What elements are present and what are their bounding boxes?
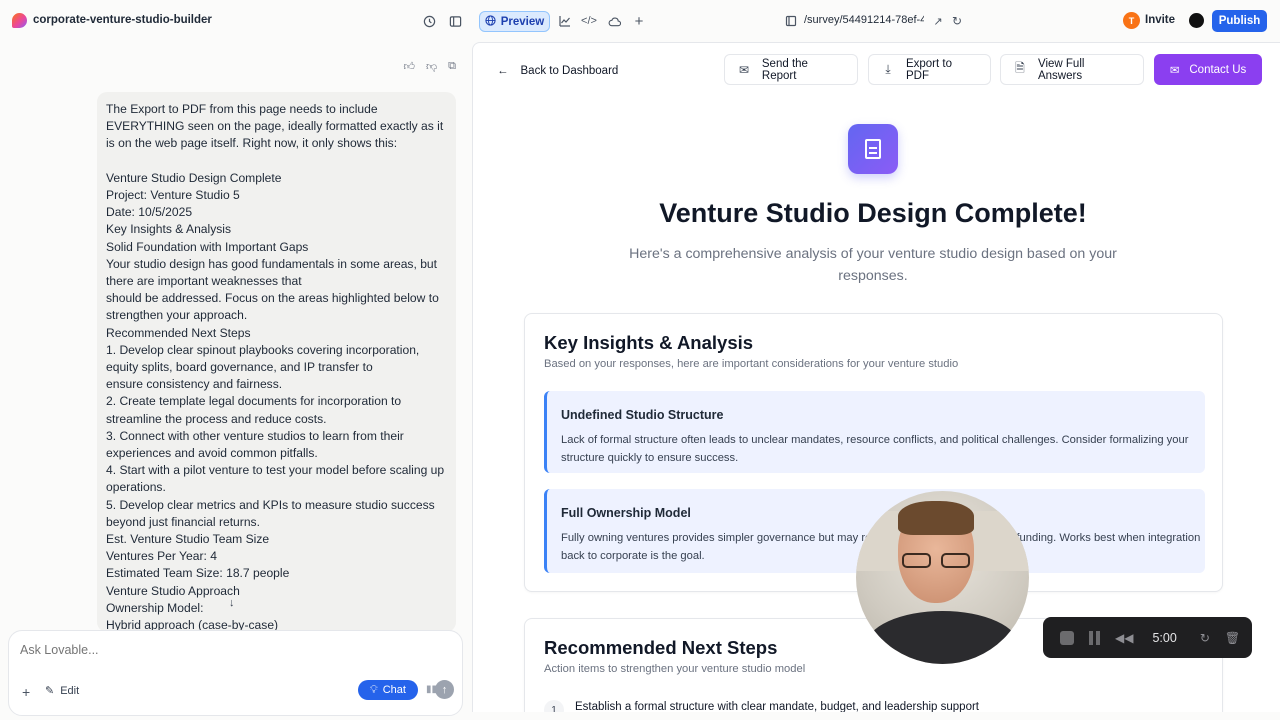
step-number: 1	[544, 700, 564, 712]
rewind-icon[interactable]: ◀◀	[1115, 631, 1133, 645]
chat-input[interactable]	[20, 643, 420, 657]
url-bar[interactable]: /survey/54491214-78ef-4 ↗ ↻	[782, 11, 972, 31]
webcam-overlay[interactable]	[856, 491, 1029, 664]
step-text: Establish a formal structure with clear …	[575, 701, 979, 712]
chat-mode-button[interactable]: 💡︎ Chat	[358, 680, 418, 700]
webcam-person-hair	[898, 501, 974, 535]
scroll-down-icon[interactable]: ↓	[229, 597, 235, 609]
document-icon	[848, 124, 898, 174]
file-icon: 🗎︎	[1015, 61, 1025, 75]
insight-title: Full Ownership Model	[561, 506, 691, 520]
contact-label: Contact Us	[1189, 63, 1247, 76]
user-message-text: The Export to PDF from this page needs t…	[106, 102, 445, 632]
thumbs-down-icon[interactable]: 👎︎	[426, 60, 437, 73]
chat-composer: + ✎ Edit 💡︎ Chat ▮▮ ↑	[8, 630, 463, 716]
edit-icon: ✎	[45, 685, 55, 697]
lovable-logo-icon[interactable]	[12, 13, 27, 28]
insights-title: Key Insights & Analysis	[544, 332, 754, 353]
pause-icon[interactable]	[1089, 630, 1100, 645]
arrow-left-icon: ←	[497, 65, 509, 77]
trash-icon[interactable]: 🗑︎	[1225, 631, 1240, 645]
contact-us-button[interactable]: ✉ Contact Us	[1154, 54, 1262, 85]
recording-controls: ◀◀ 5:00 ↻ 🗑︎	[1043, 617, 1252, 658]
publish-button[interactable]: Publish	[1212, 10, 1267, 32]
insight-text: Lack of formal structure often leads to …	[561, 434, 1189, 464]
webcam-person-body	[866, 611, 1019, 664]
device-icon[interactable]	[782, 12, 800, 30]
refresh-icon[interactable]: ↻	[948, 12, 966, 30]
next-steps-title: Recommended Next Steps	[544, 637, 778, 658]
download-icon: ⤓	[885, 62, 891, 76]
attach-icon[interactable]: +	[22, 684, 30, 700]
send-report-button[interactable]: ✉ Send the Report	[724, 54, 858, 85]
analytics-icon[interactable]	[556, 12, 574, 30]
insight-item: Undefined Studio Structure Lack of forma…	[544, 391, 1205, 473]
chevron-down-icon[interactable]: ⌄	[203, 12, 211, 23]
user-message: The Export to PDF from this page needs t…	[97, 92, 456, 632]
chat-panel: 👍︎ 👎︎ ⧉ The Export to PDF from this page…	[0, 42, 470, 720]
view-answers-button[interactable]: 🗎︎ View Full Answers	[1000, 54, 1144, 85]
add-icon[interactable]: +	[630, 12, 648, 30]
restart-icon[interactable]: ↻	[1200, 631, 1210, 645]
preview-tab-label: Preview	[500, 15, 545, 28]
code-icon[interactable]: </>	[580, 12, 598, 30]
send-report-label: Send the Report	[761, 57, 808, 82]
webcam-person-glasses	[902, 553, 970, 569]
top-bar: corporate-venture-studio-builder ⌄ Previ…	[0, 0, 1280, 42]
mail-icon: ✉	[738, 62, 749, 77]
invite-button[interactable]: Invite	[1145, 14, 1175, 26]
sidebar-toggle-icon[interactable]	[446, 12, 464, 30]
edit-label: Edit	[60, 684, 80, 697]
message-actions: 👍︎ 👎︎ ⧉	[403, 60, 456, 73]
cloud-icon[interactable]	[605, 12, 623, 30]
url-text[interactable]: /survey/54491214-78ef-4	[804, 14, 924, 26]
thumbs-up-icon[interactable]: 👍︎	[403, 60, 415, 73]
project-name[interactable]: corporate-venture-studio-builder	[33, 14, 212, 26]
page-title: Venture Studio Design Complete!	[659, 198, 1087, 228]
send-button[interactable]: ↑	[435, 680, 454, 699]
stop-icon[interactable]	[1060, 630, 1074, 645]
copy-icon[interactable]: ⧉	[448, 60, 456, 73]
history-icon[interactable]	[420, 12, 438, 30]
page-subtitle: Here's a comprehensive analysis of your …	[629, 246, 1117, 284]
export-pdf-button[interactable]: ⤓ Export to PDF	[868, 54, 991, 85]
globe-icon	[485, 14, 496, 29]
mail-icon: ✉	[1169, 64, 1180, 77]
insights-subtitle: Based on your responses, here are import…	[544, 358, 959, 370]
export-pdf-label: Export to PDF	[905, 57, 952, 82]
recording-timer: 5:00	[1152, 630, 1177, 645]
next-steps-subtitle: Action items to strengthen your venture …	[544, 663, 806, 675]
open-external-icon[interactable]: ↗	[929, 12, 947, 30]
user-avatar[interactable]: T	[1123, 12, 1140, 29]
github-icon[interactable]	[1189, 13, 1204, 28]
edit-button[interactable]: ✎ Edit	[45, 684, 80, 698]
back-label: Back to Dashboard	[520, 65, 619, 77]
view-answers-label: View Full Answers	[1037, 57, 1085, 82]
insight-title: Undefined Studio Structure	[561, 408, 724, 422]
chat-mode-label: Chat	[382, 684, 406, 696]
preview-tab[interactable]: Preview	[479, 11, 550, 32]
back-to-dashboard-link[interactable]: ← Back to Dashboard	[497, 61, 618, 81]
lightbulb-icon: 💡︎	[370, 683, 378, 696]
app-window: corporate-venture-studio-builder ⌄ Previ…	[0, 0, 1280, 720]
